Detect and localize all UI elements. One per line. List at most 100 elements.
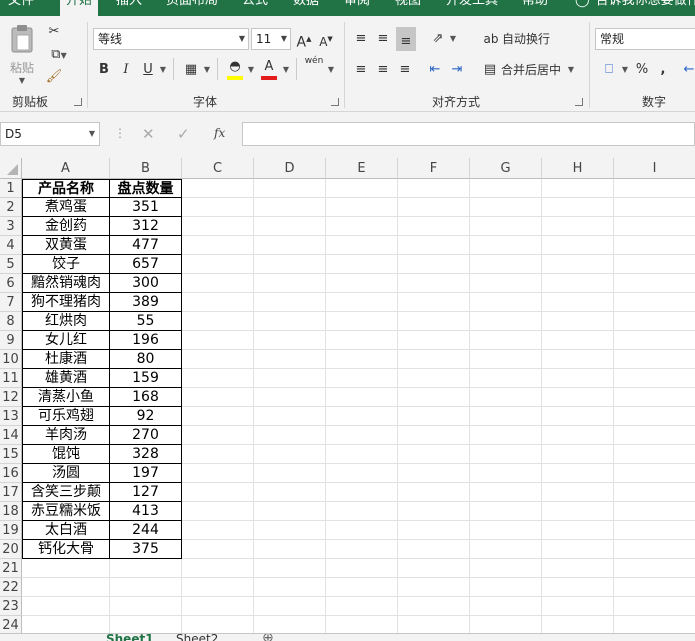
enter-icon[interactable]: ✓ — [177, 125, 190, 143]
table-cell[interactable]: 狗不理猪肉 — [22, 293, 110, 312]
italic-button[interactable]: I — [118, 60, 134, 80]
cell-d1[interactable] — [254, 179, 326, 198]
add-sheet-icon[interactable]: ⊕ — [262, 634, 274, 641]
table-cell[interactable]: 328 — [110, 445, 182, 464]
cell-f22[interactable] — [398, 578, 470, 597]
cell-f21[interactable] — [398, 559, 470, 578]
align-bottom-icon[interactable]: ≡ — [396, 27, 416, 51]
table-cell[interactable]: 羊肉汤 — [22, 426, 110, 445]
cell-h22[interactable] — [542, 578, 614, 597]
cell-e24[interactable] — [326, 616, 398, 633]
cell-f18[interactable] — [398, 502, 470, 521]
tab-insert[interactable]: 插入 — [116, 0, 142, 16]
cell-h6[interactable] — [542, 274, 614, 293]
chevron-down-icon[interactable]: ▼ — [281, 60, 291, 80]
cell-c16[interactable] — [182, 464, 254, 483]
cell-e2[interactable] — [326, 198, 398, 217]
shrink-font-button[interactable]: A▼ — [318, 29, 334, 49]
cell-c15[interactable] — [182, 445, 254, 464]
tab-data[interactable]: 数据 — [293, 0, 319, 16]
cell-h20[interactable] — [542, 540, 614, 559]
cell-d3[interactable] — [254, 217, 326, 236]
cell-f17[interactable] — [398, 483, 470, 502]
cell-h3[interactable] — [542, 217, 614, 236]
chevron-down-icon[interactable]: ▼ — [246, 60, 256, 80]
cell-d5[interactable] — [254, 255, 326, 274]
cell-e8[interactable] — [326, 312, 398, 331]
cell-h14[interactable] — [542, 426, 614, 445]
font-color-button[interactable]: A — [260, 57, 278, 80]
cell-d7[interactable] — [254, 293, 326, 312]
cell-e20[interactable] — [326, 540, 398, 559]
cell-f8[interactable] — [398, 312, 470, 331]
cell-i13[interactable] — [614, 407, 695, 426]
table-cell[interactable]: 413 — [110, 502, 182, 521]
cell-g2[interactable] — [470, 198, 542, 217]
cell-c24[interactable] — [182, 616, 254, 633]
font-name-select[interactable]: 等线 ▼ — [93, 28, 249, 50]
cell-d15[interactable] — [254, 445, 326, 464]
grow-font-button[interactable]: A▲ — [296, 29, 312, 51]
table-cell[interactable]: 汤圆 — [22, 464, 110, 483]
align-center-icon[interactable]: ≡ — [374, 60, 392, 80]
cell-a24[interactable] — [22, 616, 110, 633]
cell-g7[interactable] — [470, 293, 542, 312]
column-header-i[interactable]: I — [614, 158, 695, 179]
cell-c2[interactable] — [182, 198, 254, 217]
cell-a21[interactable] — [22, 559, 110, 578]
row-header-20[interactable]: 20 — [0, 540, 22, 559]
cell-g9[interactable] — [470, 331, 542, 350]
cell-i9[interactable] — [614, 331, 695, 350]
decrease-indent-icon[interactable]: ⇤ — [426, 60, 444, 80]
align-top-icon[interactable]: ≡ — [352, 29, 370, 49]
row-header-4[interactable]: 4 — [0, 236, 22, 255]
row-header-17[interactable]: 17 — [0, 483, 22, 502]
cell-i17[interactable] — [614, 483, 695, 502]
accounting-format-icon[interactable]: ⎕ — [598, 60, 620, 80]
cell-d2[interactable] — [254, 198, 326, 217]
cell-d24[interactable] — [254, 616, 326, 633]
table-cell[interactable]: 92 — [110, 407, 182, 426]
tab-file[interactable]: 文件 — [8, 0, 34, 16]
cell-c6[interactable] — [182, 274, 254, 293]
cell-g12[interactable] — [470, 388, 542, 407]
cell-d8[interactable] — [254, 312, 326, 331]
cell-d10[interactable] — [254, 350, 326, 369]
cell-g16[interactable] — [470, 464, 542, 483]
copy-icon[interactable]: ⧉▼ — [44, 45, 74, 65]
bold-button[interactable]: B — [96, 60, 112, 80]
cell-g23[interactable] — [470, 597, 542, 616]
cell-c19[interactable] — [182, 521, 254, 540]
cell-f1[interactable] — [398, 179, 470, 198]
wrap-text-button[interactable]: 自动换行 — [502, 29, 552, 49]
cell-c5[interactable] — [182, 255, 254, 274]
row-header-12[interactable]: 12 — [0, 388, 22, 407]
cell-g3[interactable] — [470, 217, 542, 236]
column-header-b[interactable]: B — [110, 158, 182, 179]
cell-c20[interactable] — [182, 540, 254, 559]
row-header-13[interactable]: 13 — [0, 407, 22, 426]
cell-f3[interactable] — [398, 217, 470, 236]
column-header-g[interactable]: G — [470, 158, 542, 179]
cell-i3[interactable] — [614, 217, 695, 236]
cell-g22[interactable] — [470, 578, 542, 597]
row-header-7[interactable]: 7 — [0, 293, 22, 312]
cell-d21[interactable] — [254, 559, 326, 578]
row-header-19[interactable]: 19 — [0, 521, 22, 540]
cell-i23[interactable] — [614, 597, 695, 616]
row-header-14[interactable]: 14 — [0, 426, 22, 445]
cell-h1[interactable] — [542, 179, 614, 198]
table-cell[interactable]: 杜康酒 — [22, 350, 110, 369]
cell-i18[interactable] — [614, 502, 695, 521]
cell-i2[interactable] — [614, 198, 695, 217]
cell-h17[interactable] — [542, 483, 614, 502]
table-cell[interactable]: 657 — [110, 255, 182, 274]
merge-center-button[interactable]: 合并后居中 — [501, 60, 565, 80]
cell-i14[interactable] — [614, 426, 695, 445]
cell-f7[interactable] — [398, 293, 470, 312]
row-header-21[interactable]: 21 — [0, 559, 22, 578]
cell-a22[interactable] — [22, 578, 110, 597]
orientation-icon[interactable]: ⇗ — [428, 29, 448, 49]
table-cell[interactable]: 196 — [110, 331, 182, 350]
cell-i12[interactable] — [614, 388, 695, 407]
